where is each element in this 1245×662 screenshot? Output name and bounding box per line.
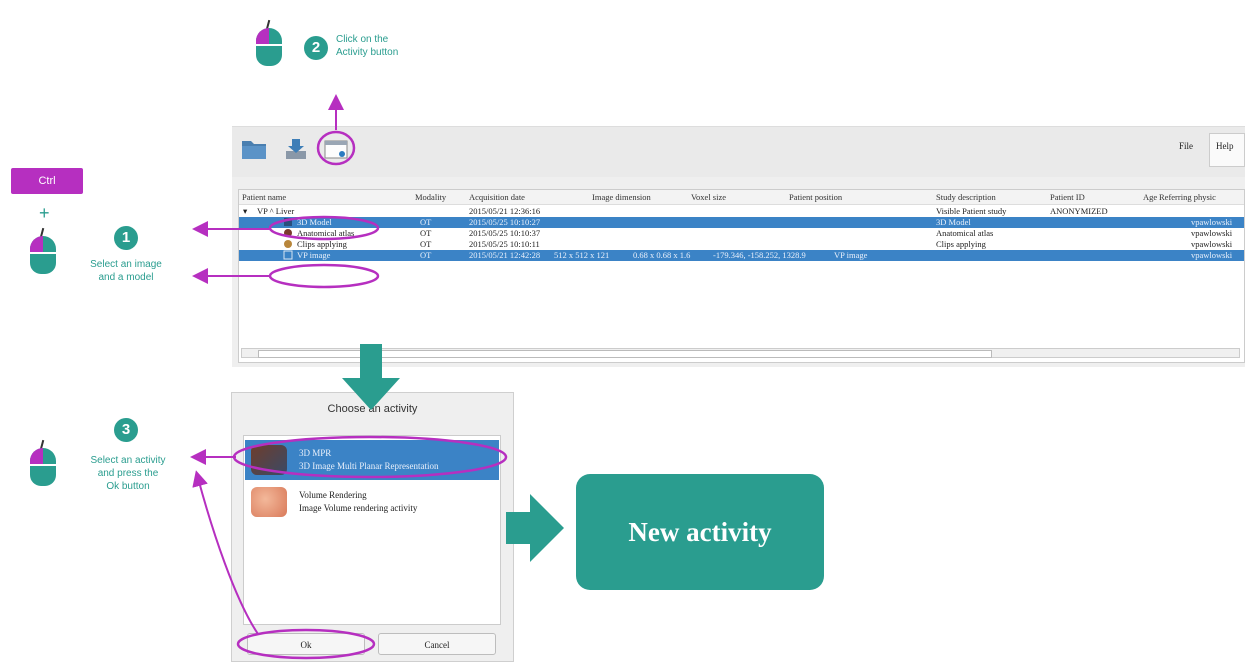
highlight-vp-image-row [268,263,380,289]
highlight-ok-button [236,628,376,660]
down-arrow-icon [342,344,400,410]
highlight-activity-button [316,130,356,166]
annotation-overlay [190,94,564,660]
arrow-ok-to-step-3 [192,470,259,635]
highlight-3d-mpr-item [232,435,508,479]
highlight-3d-model-row [268,215,380,241]
right-arrow-icon [506,494,564,562]
